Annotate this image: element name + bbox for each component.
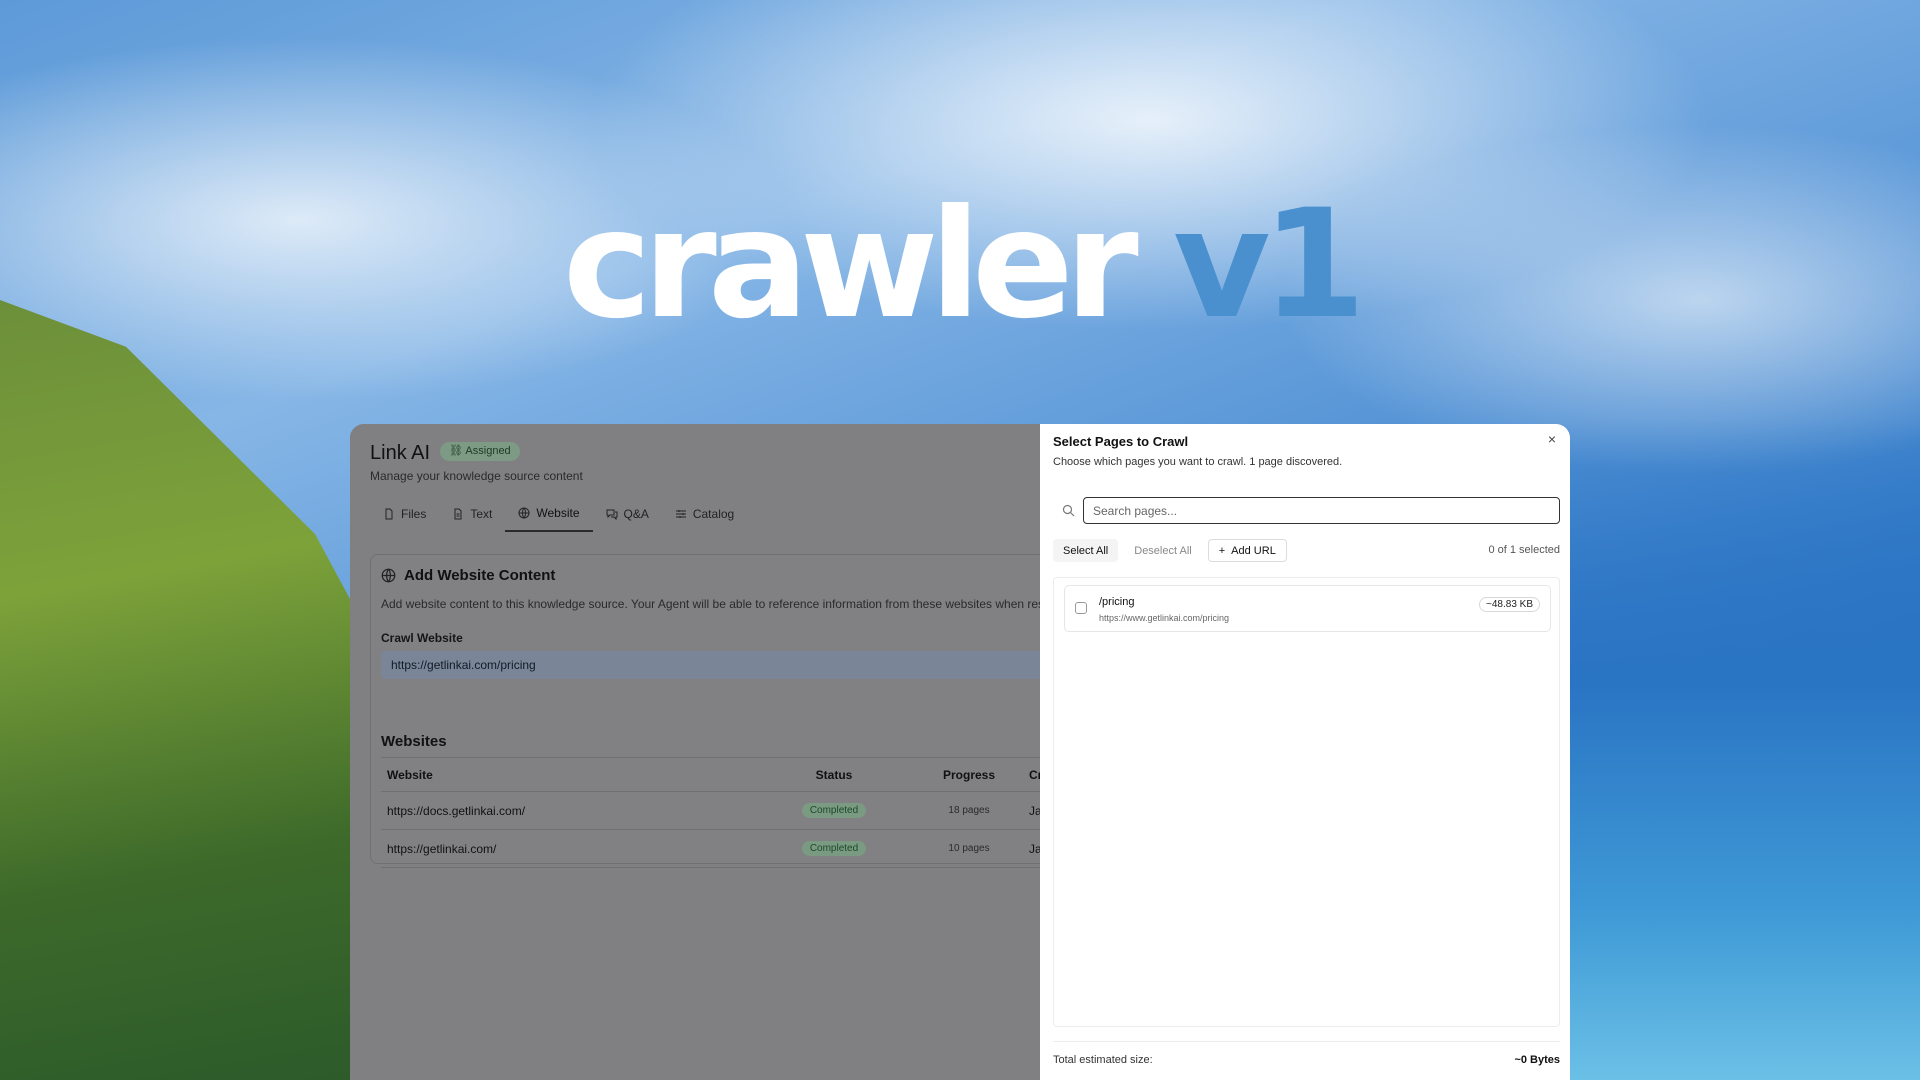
crawl-website-label: Crawl Website: [381, 631, 463, 645]
tab-label: Files: [401, 507, 427, 521]
column-header: Website: [387, 767, 433, 782]
page-title: Link AI: [370, 442, 431, 464]
column-header: Progress: [942, 767, 996, 782]
add-url-label: Add URL: [1231, 544, 1276, 557]
status-badge: Completed: [801, 841, 867, 856]
card-description: Add website content to this knowledge so…: [381, 597, 1045, 611]
status-badge: Completed: [801, 803, 867, 818]
tab-label: Text: [470, 507, 493, 521]
tab-qa[interactable]: Q&A: [593, 496, 662, 532]
status-cell: Completed: [759, 830, 909, 867]
column-header: Status: [815, 767, 853, 782]
knowledge-source-page: Link AI ⛓ Assigned Manage your knowledge…: [350, 424, 1061, 1080]
tab-text[interactable]: Text: [439, 496, 505, 532]
status-badge: ⛓ Assigned: [440, 442, 520, 461]
selection-actions: Select All Deselect All + Add URL: [1053, 539, 1287, 562]
progress-text: 18 pages: [948, 805, 990, 816]
websites-table: Website Status Progress Cre https://docs…: [381, 757, 1061, 868]
hero-word: crawler: [562, 178, 1139, 352]
plus-icon: +: [1218, 544, 1226, 557]
deselect-all-button[interactable]: Deselect All: [1124, 539, 1202, 562]
search-icon: [1062, 504, 1075, 517]
panel-subtitle: Choose which pages you want to crawl. 1 …: [1053, 456, 1343, 468]
total-size-label: Total estimated size:: [1053, 1054, 1153, 1066]
list-item[interactable]: /pricing https://www.getlinkai.com/prici…: [1064, 585, 1551, 632]
total-size-value: ~0 Bytes: [1514, 1054, 1560, 1066]
crawl-website-input[interactable]: https://getlinkai.com/pricing: [381, 651, 1061, 679]
selection-count: 0 of 1 selected: [1488, 544, 1560, 556]
tab-label: Website: [536, 506, 580, 520]
tab-files[interactable]: Files: [370, 496, 439, 532]
badge-label: Assigned: [465, 445, 511, 457]
pages-list: /pricing https://www.getlinkai.com/prici…: [1053, 577, 1560, 1027]
progress-cell: 10 pages: [924, 830, 1014, 867]
tab-website[interactable]: Website: [505, 496, 593, 532]
page-subtitle: Manage your knowledge source content: [370, 469, 583, 483]
table-header: Website Status Progress Cre: [381, 758, 1061, 792]
page-checkbox[interactable]: [1075, 602, 1087, 614]
status-cell: Completed: [759, 792, 909, 829]
close-icon[interactable]: ×: [1548, 432, 1556, 446]
card-title-text: Add Website Content: [404, 567, 556, 584]
search-input[interactable]: [1083, 497, 1560, 524]
app-window: Link AI ⛓ Assigned Manage your knowledge…: [350, 424, 1570, 1080]
catalog-icon: [675, 510, 686, 518]
tab-catalog[interactable]: Catalog: [662, 496, 747, 532]
page-size-badge: ~48.83 KB: [1479, 597, 1540, 612]
page-path: /pricing: [1099, 596, 1135, 608]
tab-bar: Files Text Website Q&A Catalog: [370, 496, 747, 532]
hero-title: crawler v1: [0, 185, 1920, 345]
chat-icon: [606, 509, 617, 520]
link-icon: ⛓: [449, 445, 466, 457]
tab-label: Q&A: [623, 507, 649, 521]
card-title: Add Website Content: [381, 567, 555, 584]
select-pages-panel: Select Pages to Crawl × Choose which pag…: [1040, 424, 1570, 1080]
table-row[interactable]: https://docs.getlinkai.com/ Completed 18…: [381, 792, 1061, 830]
table-row[interactable]: https://getlinkai.com/ Completed 10 page…: [381, 830, 1061, 868]
globe-icon: [518, 507, 530, 519]
tab-label: Catalog: [692, 507, 735, 521]
add-website-card: Add Website Content Add website content …: [370, 554, 1061, 868]
website-url: https://getlinkai.com/: [387, 841, 497, 856]
panel-title: Select Pages to Crawl: [1053, 434, 1189, 449]
hero-version: v1: [1172, 178, 1366, 352]
select-all-button[interactable]: Select All: [1053, 539, 1119, 562]
text-icon: [454, 508, 462, 520]
progress-cell: 18 pages: [924, 792, 1014, 829]
add-url-button[interactable]: + Add URL: [1207, 539, 1287, 562]
websites-heading: Websites: [381, 733, 447, 750]
panel-footer: Total estimated size: ~0 Bytes: [1053, 1041, 1560, 1066]
globe-icon: [381, 568, 396, 583]
page-url: https://www.getlinkai.com/pricing: [1099, 613, 1230, 623]
progress-text: 10 pages: [948, 843, 990, 854]
website-url: https://docs.getlinkai.com/: [387, 803, 526, 818]
file-icon: [385, 508, 393, 520]
